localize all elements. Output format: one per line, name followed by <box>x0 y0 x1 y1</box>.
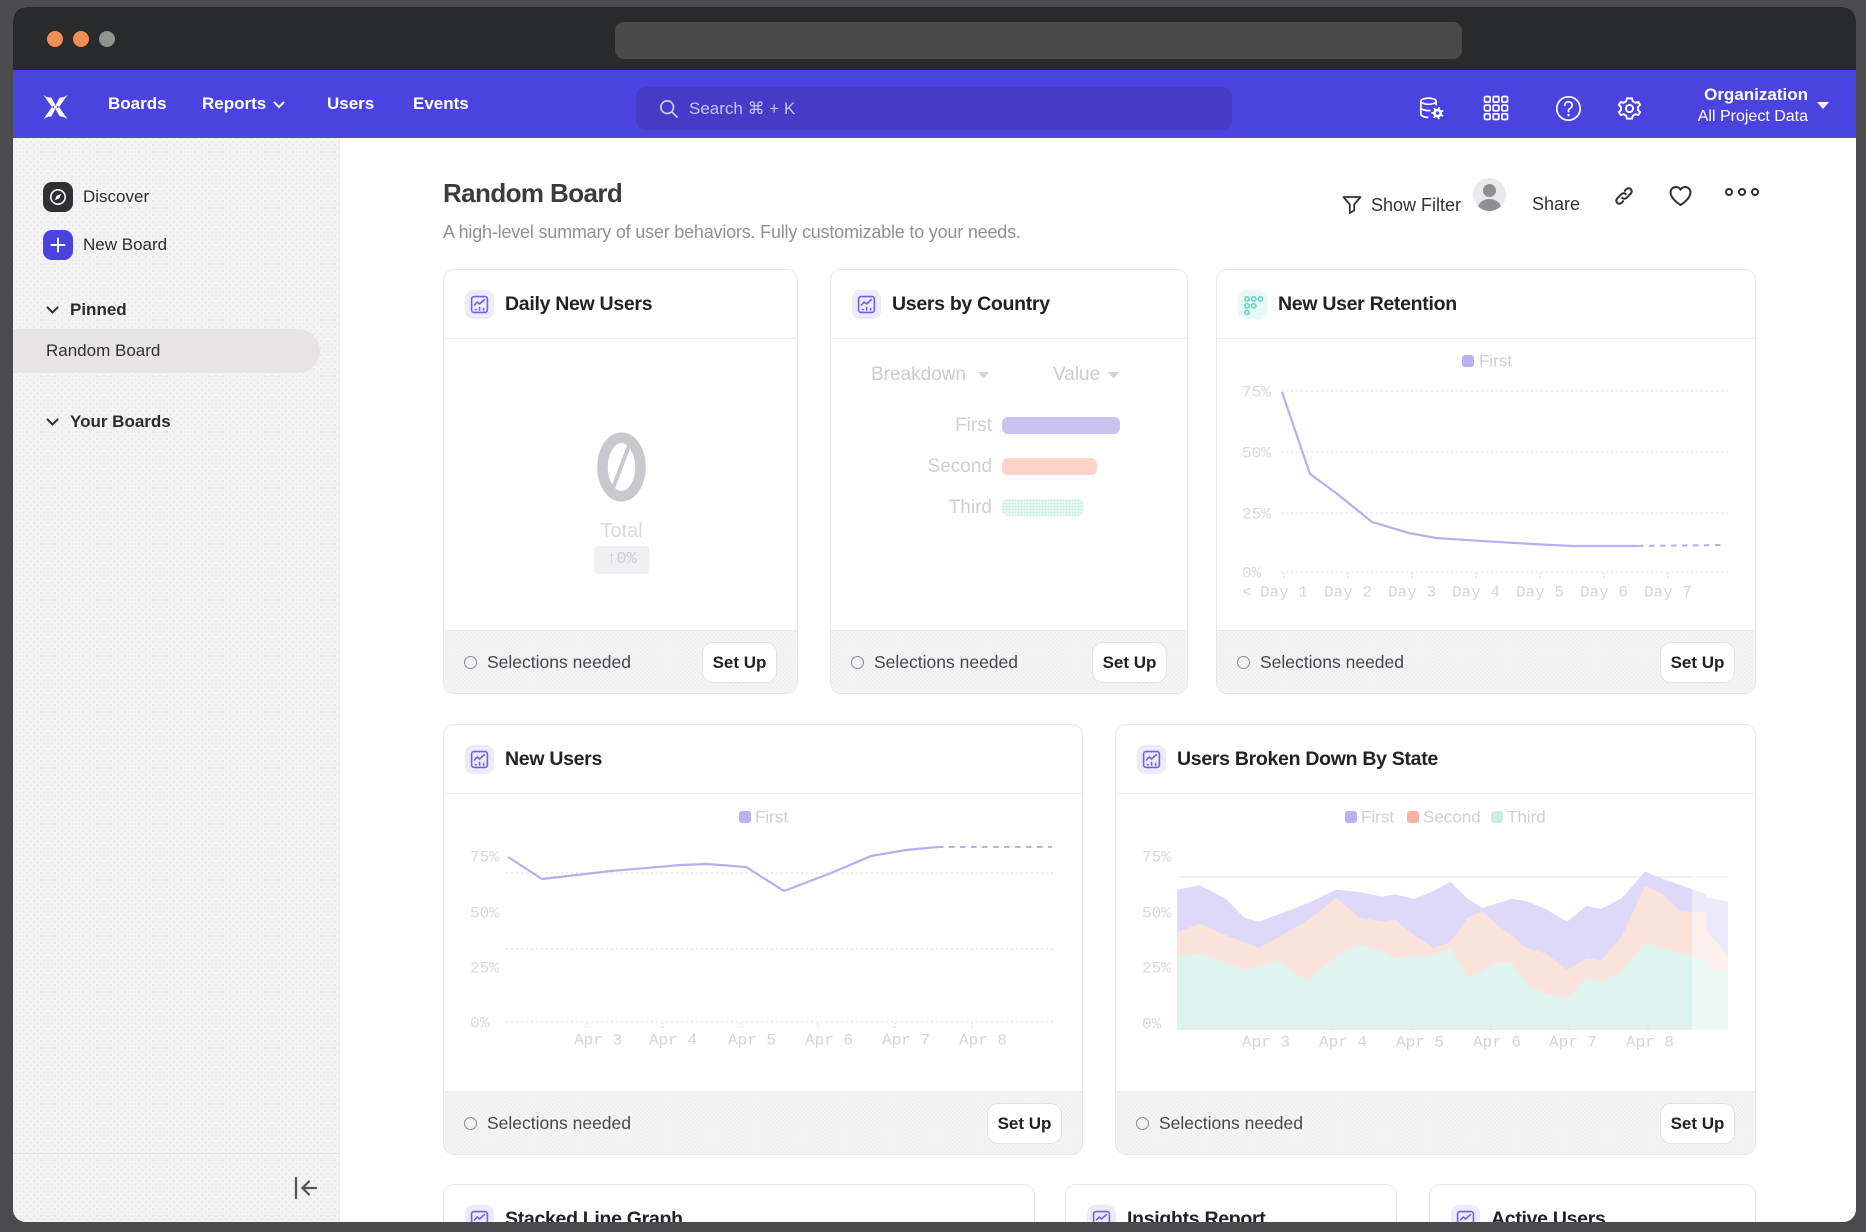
svg-text:Day 2: Day 2 <box>1324 584 1372 602</box>
svg-text:First: First <box>1361 808 1394 827</box>
svg-text:Day 6: Day 6 <box>1580 584 1628 602</box>
svg-text:50%: 50% <box>1142 905 1171 923</box>
svg-text:0%: 0% <box>470 1015 490 1033</box>
svg-text:Second: Second <box>1423 808 1481 827</box>
svg-text:Apr 6: Apr 6 <box>805 1032 853 1050</box>
svg-text:Day 3: Day 3 <box>1388 584 1436 602</box>
svg-text:Apr 5: Apr 5 <box>728 1032 776 1050</box>
svg-text:Day 4: Day 4 <box>1452 584 1500 602</box>
svg-text:0%: 0% <box>1242 565 1262 583</box>
svg-text:Third: Third <box>1507 808 1546 827</box>
svg-text:First: First <box>755 808 788 827</box>
svg-text:75%: 75% <box>1242 384 1271 402</box>
svg-text:Apr 3: Apr 3 <box>1242 1034 1290 1052</box>
svg-text:25%: 25% <box>1242 506 1271 524</box>
svg-text:Apr 3: Apr 3 <box>574 1032 622 1050</box>
svg-text:Apr 4: Apr 4 <box>649 1032 697 1050</box>
svg-text:Apr 7: Apr 7 <box>1549 1034 1597 1052</box>
svg-text:Day 7: Day 7 <box>1644 584 1692 602</box>
svg-text:0%: 0% <box>1142 1016 1162 1034</box>
svg-text:Apr 5: Apr 5 <box>1396 1034 1444 1052</box>
svg-text:25%: 25% <box>470 960 499 978</box>
svg-text:75%: 75% <box>470 849 499 867</box>
svg-text:Apr 4: Apr 4 <box>1319 1034 1367 1052</box>
svg-text:75%: 75% <box>1142 849 1171 867</box>
svg-text:50%: 50% <box>1242 445 1271 463</box>
svg-text:Apr 7: Apr 7 <box>882 1032 930 1050</box>
svg-text:First: First <box>1479 352 1512 371</box>
svg-text:50%: 50% <box>470 905 499 923</box>
svg-text:Apr 6: Apr 6 <box>1473 1034 1521 1052</box>
svg-text:Apr 8: Apr 8 <box>1626 1034 1674 1052</box>
svg-text:<: < <box>1242 584 1252 602</box>
svg-text:Day 5: Day 5 <box>1516 584 1564 602</box>
svg-text:Day 1: Day 1 <box>1260 584 1308 602</box>
svg-text:Apr 8: Apr 8 <box>959 1032 1007 1050</box>
svg-text:25%: 25% <box>1142 960 1171 978</box>
